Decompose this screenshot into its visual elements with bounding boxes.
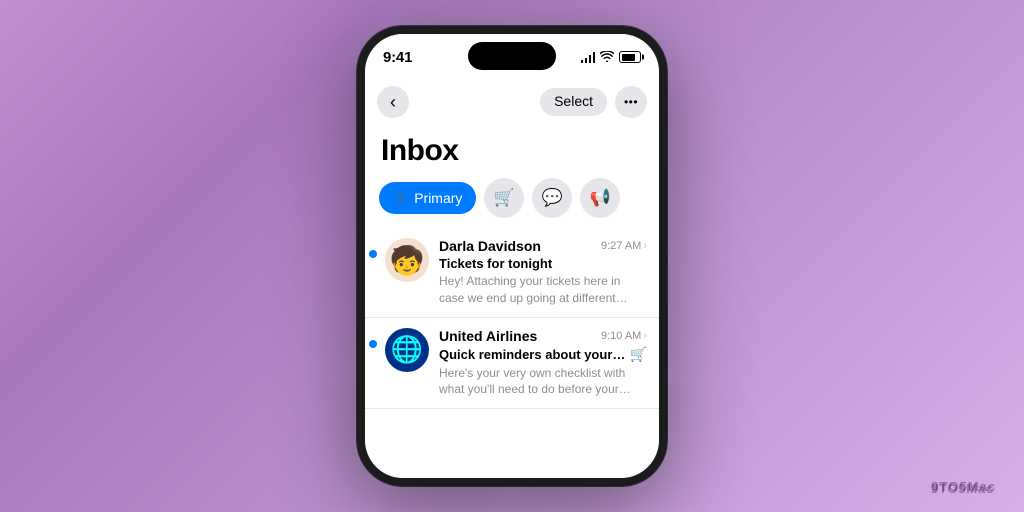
back-icon: ‹ [390, 93, 396, 111]
more-button[interactable]: ••• [615, 86, 647, 118]
unread-dot-united [369, 340, 377, 348]
chevron-darla: › [643, 240, 647, 252]
signal-icon [581, 52, 596, 63]
chevron-united: › [643, 330, 647, 342]
time-row-united: 9:10 AM › [601, 330, 647, 342]
time-row-darla: 9:27 AM › [601, 240, 647, 252]
tab-shopping[interactable]: 🛒 [484, 178, 524, 218]
preview-darla: Hey! Attaching your tickets here in case… [439, 273, 647, 307]
preview-united: Here's your very own checklist with what… [439, 365, 647, 399]
tab-promotions[interactable]: 📢 [580, 178, 620, 218]
email-item-darla[interactable]: 🧒 Darla Davidson 9:27 AM › Tickets for t… [365, 228, 659, 318]
avatar-darla: 🧒 [385, 238, 429, 282]
nav-bar: ‹ Select ••• [365, 80, 659, 124]
subject-united-row: Quick reminders about your upcoming… 🛒 [439, 346, 647, 363]
select-label: Select [554, 93, 593, 109]
nav-right-buttons: Select ••• [540, 86, 647, 118]
time-darla: 9:27 AM [601, 240, 641, 252]
darla-avatar-emoji: 🧒 [390, 244, 425, 277]
back-button[interactable]: ‹ [377, 86, 409, 118]
primary-tab-icon: 👤 [393, 190, 409, 206]
phone-background: 9TO5Mac 9:41 [0, 0, 1024, 512]
phone-frame: 9:41 [357, 26, 667, 486]
email-header-darla: Darla Davidson 9:27 AM › [439, 238, 647, 254]
battery-icon [619, 51, 641, 63]
more-icon: ••• [624, 95, 638, 109]
email-content-united: United Airlines 9:10 AM › Quick reminder… [439, 328, 647, 399]
tab-primary[interactable]: 👤 Primary [379, 182, 476, 214]
email-content-darla: Darla Davidson 9:27 AM › Tickets for ton… [439, 238, 647, 307]
status-time: 9:41 [383, 49, 412, 66]
united-avatar-emoji: 🌐 [391, 334, 423, 365]
tab-social[interactable]: 💬 [532, 178, 572, 218]
filter-tabs: 👤 Primary 🛒 💬 📢 [365, 174, 659, 228]
status-bar: 9:41 [365, 34, 659, 80]
dynamic-island [468, 42, 556, 70]
primary-tab-label: Primary [414, 190, 462, 206]
watermark-text: 9TO5Mac [931, 481, 994, 496]
unread-dot-darla [369, 250, 377, 258]
subject-darla: Tickets for tonight [439, 256, 647, 271]
social-tab-icon: 💬 [542, 188, 563, 208]
subject-united: Quick reminders about your upcoming… [439, 347, 626, 362]
wifi-icon [600, 50, 614, 65]
email-header-united: United Airlines 9:10 AM › [439, 328, 647, 344]
select-button[interactable]: Select [540, 88, 607, 116]
main-content: Inbox 👤 Primary 🛒 💬 📢 [365, 124, 659, 478]
inbox-title: Inbox [365, 124, 659, 174]
promotions-tab-icon: 📢 [590, 188, 611, 208]
phone-screen: 9:41 [365, 34, 659, 478]
status-icons [581, 50, 642, 65]
email-list: 🧒 Darla Davidson 9:27 AM › Tickets for t… [365, 228, 659, 409]
avatar-united: 🌐 [385, 328, 429, 372]
email-item-united[interactable]: 🌐 United Airlines 9:10 AM › [365, 318, 659, 410]
shopping-tag-icon: 🛒 [630, 346, 647, 363]
shopping-tab-icon: 🛒 [494, 188, 515, 208]
time-united: 9:10 AM [601, 330, 641, 342]
sender-darla: Darla Davidson [439, 238, 541, 254]
sender-united: United Airlines [439, 328, 537, 344]
